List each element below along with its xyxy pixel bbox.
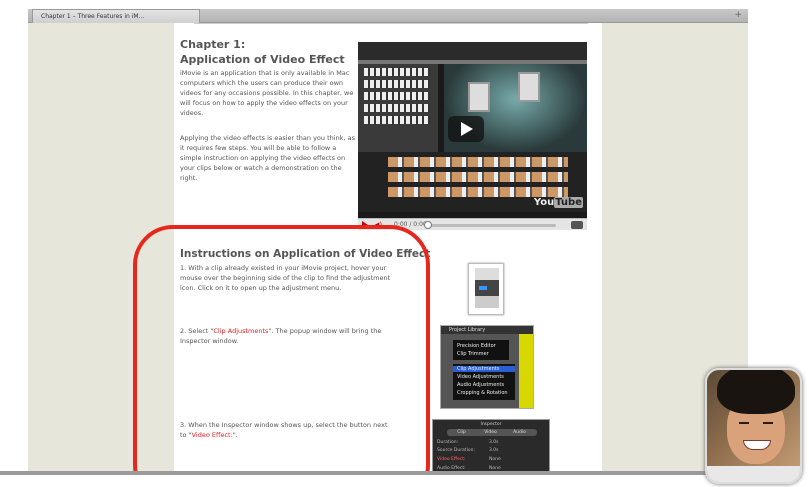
adjustment-icon xyxy=(479,286,487,290)
inspector-value-video-effect: None xyxy=(489,457,501,462)
tab-chapter-1[interactable]: Chapter 1 – Three Features in iM... xyxy=(32,9,200,23)
clip-thumbnails xyxy=(388,157,568,167)
youtube-logo-you: You xyxy=(533,197,555,208)
inspector-row-duration: Duration: xyxy=(437,440,459,445)
inspector-image: Inspector Clip Video Audio Duration: 3.0s … xyxy=(432,419,550,475)
menu-side-strip xyxy=(519,334,533,408)
webcam-overlay xyxy=(705,368,802,484)
inspector-row-source-duration: Source Duration: xyxy=(437,448,475,453)
menu-item-precision-editor: Precision Editor xyxy=(457,343,496,349)
inspector-tab-audio: Audio xyxy=(513,430,526,435)
clip-thumbnails xyxy=(388,172,568,182)
menu-item-cropping-rotation: Cropping & Rotation xyxy=(457,390,508,396)
intro-paragraph: iMovie is an application that is only av… xyxy=(180,69,354,117)
filmstrip xyxy=(364,80,430,88)
video-frame-toolbar xyxy=(358,42,587,60)
inspector-row-video-effect: Video Effect: xyxy=(437,457,466,462)
project-library-header: Project Library xyxy=(441,326,533,334)
filmstrip xyxy=(364,68,430,76)
new-tab-button[interactable]: + xyxy=(734,9,742,22)
inspector-value-duration: 3.0s xyxy=(489,440,499,445)
progress-knob[interactable] xyxy=(424,221,432,229)
chapter-subheading: Application of Video Effect xyxy=(180,53,345,66)
webcam-hair xyxy=(717,370,795,414)
bottom-edge xyxy=(0,475,809,487)
inspector-value-source-duration: 3.0s xyxy=(489,448,499,453)
chapter-heading: Chapter 1: xyxy=(180,38,246,51)
menu-popup-top: Precision Editor Clip Trimmer xyxy=(453,340,509,360)
top-divider xyxy=(194,23,588,24)
filmstrip xyxy=(364,116,430,124)
play-icon[interactable] xyxy=(448,116,484,142)
menu-item-clip-trimmer: Clip Trimmer xyxy=(457,351,489,357)
red-annotation-oval xyxy=(133,225,430,487)
inspector-tab-clip: Clip xyxy=(457,430,466,435)
menu-item-video-adjustments: Video Adjustments xyxy=(457,374,504,380)
youtube-logo-tube: Tube xyxy=(554,197,583,208)
monitor-shape xyxy=(468,82,490,112)
webcam-shirt xyxy=(707,466,800,482)
progress-bar[interactable] xyxy=(428,224,556,227)
second-paragraph: Applying the video effects is easier tha… xyxy=(180,134,355,182)
inspector-tabs: Clip Video Audio xyxy=(447,429,537,436)
monitor-shape xyxy=(518,72,540,102)
webcam-eye-left xyxy=(739,422,749,424)
youtube-logo[interactable]: YouTube xyxy=(534,197,583,208)
tab-strip: Chapter 1 – Three Features in iM... + xyxy=(28,9,748,23)
clip-thumbnails xyxy=(388,187,568,197)
inspector-tab-video: Video xyxy=(484,430,497,435)
menu-popup-bottom: Clip Adjustments Video Adjustments Audio… xyxy=(453,364,515,400)
fullscreen-icon[interactable] xyxy=(571,221,583,229)
menu-item-audio-adjustments: Audio Adjustments xyxy=(457,382,505,388)
youtube-video-player[interactable]: YouTube ◀︎) 0:00 / 0:00 xyxy=(358,42,587,230)
inspector-title: Inspector xyxy=(480,422,502,427)
adjustment-menu-image: Project Library Precision Editor Clip Tr… xyxy=(440,325,534,409)
menu-item-clip-adjustments: Clip Adjustments xyxy=(453,366,515,372)
webcam-eye-right xyxy=(763,422,773,424)
filmstrip xyxy=(364,104,430,112)
filmstrip xyxy=(364,92,430,100)
adjustment-icon-image xyxy=(468,263,504,315)
